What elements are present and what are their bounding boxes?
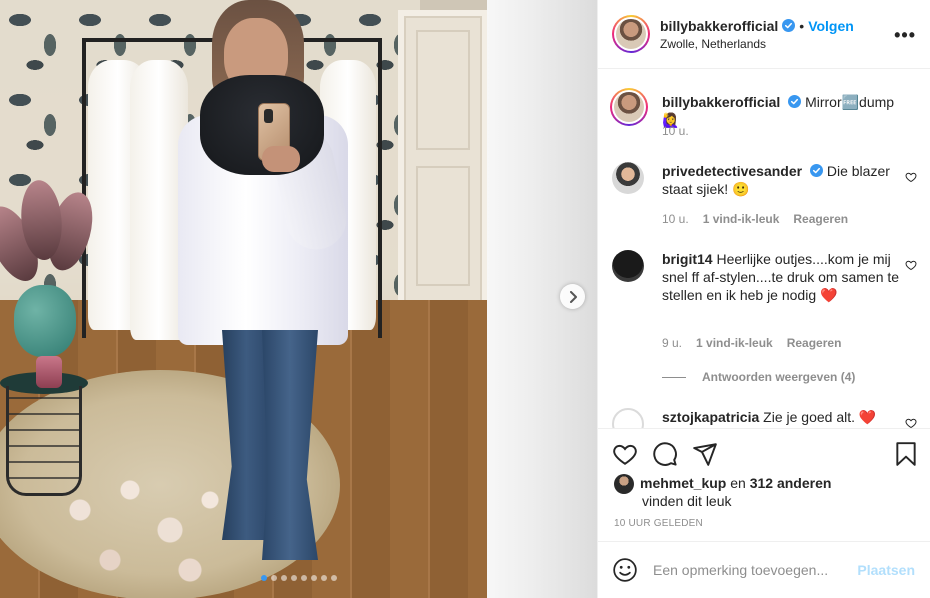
comments-list[interactable]: billybakkerofficial Mirror🆓dump🙋‍♀️ 10 u… bbox=[598, 70, 930, 428]
comment-likes[interactable]: 1 vind-ik-leuk bbox=[696, 336, 773, 350]
reply-button[interactable]: Reageren bbox=[793, 212, 848, 226]
carousel-dot bbox=[320, 575, 327, 581]
commenter-avatar[interactable] bbox=[612, 408, 644, 428]
candle-jar bbox=[36, 356, 62, 388]
heart-icon[interactable] bbox=[612, 441, 638, 467]
carousel-indicator bbox=[0, 575, 597, 581]
verified-badge-icon bbox=[809, 164, 823, 177]
commenter-avatar[interactable] bbox=[612, 162, 644, 194]
post-location[interactable]: Zwolle, Netherlands bbox=[660, 37, 854, 51]
comment-icon[interactable] bbox=[652, 441, 678, 467]
chevron-right-icon bbox=[569, 290, 577, 303]
door bbox=[398, 10, 488, 310]
like-comment-heart-icon[interactable] bbox=[905, 171, 917, 183]
carousel-dot bbox=[290, 575, 297, 581]
replies-divider bbox=[662, 376, 686, 378]
action-bar bbox=[598, 428, 930, 478]
follow-button[interactable]: Volgen bbox=[808, 18, 854, 34]
like-comment-heart-icon[interactable] bbox=[905, 417, 917, 428]
comment-input[interactable] bbox=[653, 558, 853, 582]
carousel-next-button[interactable] bbox=[560, 284, 585, 309]
carousel-dot bbox=[330, 575, 337, 581]
share-icon[interactable] bbox=[692, 441, 718, 467]
post-timestamp[interactable]: 10 UUR GELEDEN bbox=[614, 518, 703, 529]
likes-suffix: vinden dit leuk bbox=[642, 493, 732, 509]
rail-leg-left bbox=[82, 38, 86, 338]
view-replies-label: Antwoorden weergeven (4) bbox=[702, 370, 856, 384]
view-replies-button[interactable]: Antwoorden weergeven (4) bbox=[662, 370, 855, 384]
carousel-dot bbox=[270, 575, 277, 581]
carousel-dot bbox=[310, 575, 317, 581]
add-comment-bar: Plaatsen bbox=[598, 541, 930, 598]
carousel-dot bbox=[300, 575, 307, 581]
liker-avatar[interactable] bbox=[614, 474, 634, 494]
post-sidebar: billybakkerofficial • Volgen Zwolle, Net… bbox=[597, 0, 930, 598]
caption-time[interactable]: 10 u. bbox=[662, 124, 689, 138]
emoji-icon[interactable] bbox=[612, 557, 638, 583]
comment-time[interactable]: 9 u. bbox=[662, 336, 682, 350]
liker-username[interactable]: mehmet_kup bbox=[640, 475, 726, 491]
author-username[interactable]: billybakkerofficial bbox=[660, 18, 778, 34]
carousel-dot bbox=[260, 575, 267, 581]
comment-time[interactable]: 10 u. bbox=[662, 212, 689, 226]
comment-username[interactable]: brigit14 bbox=[662, 251, 713, 267]
like-comment-heart-icon[interactable] bbox=[905, 259, 917, 271]
post-comment-button[interactable]: Plaatsen bbox=[857, 562, 915, 578]
carousel-dot bbox=[280, 575, 287, 581]
comment-likes[interactable]: 1 vind-ik-leuk bbox=[703, 212, 780, 226]
verified-badge-icon bbox=[788, 95, 802, 108]
commenter-avatar[interactable] bbox=[612, 250, 644, 282]
caption-username[interactable]: billybakkerofficial bbox=[662, 94, 780, 110]
separator-dot: • bbox=[799, 17, 805, 34]
instagram-post-modal: billybakkerofficial • Volgen Zwolle, Net… bbox=[0, 0, 930, 598]
post-photo[interactable] bbox=[0, 0, 597, 598]
teal-vase bbox=[14, 285, 76, 357]
comment-username[interactable]: sztojkapatricia bbox=[662, 409, 759, 425]
comment-text: Zie je goed alt. ❤️ bbox=[763, 409, 877, 425]
reply-button[interactable]: Reageren bbox=[787, 336, 842, 350]
more-options-icon[interactable]: ••• bbox=[894, 25, 916, 46]
person-hand bbox=[262, 146, 300, 172]
author-avatar[interactable] bbox=[612, 15, 650, 53]
rail-leg-right bbox=[378, 38, 382, 338]
likes-connector: en bbox=[726, 475, 750, 491]
verified-badge-icon bbox=[782, 19, 796, 32]
comment-username[interactable]: privedetectivesander bbox=[662, 163, 802, 179]
post-header: billybakkerofficial • Volgen Zwolle, Net… bbox=[598, 0, 930, 69]
author-avatar[interactable] bbox=[610, 88, 648, 126]
likes-others-link[interactable]: 312 anderen bbox=[750, 475, 832, 491]
bookmark-icon[interactable] bbox=[893, 441, 919, 467]
